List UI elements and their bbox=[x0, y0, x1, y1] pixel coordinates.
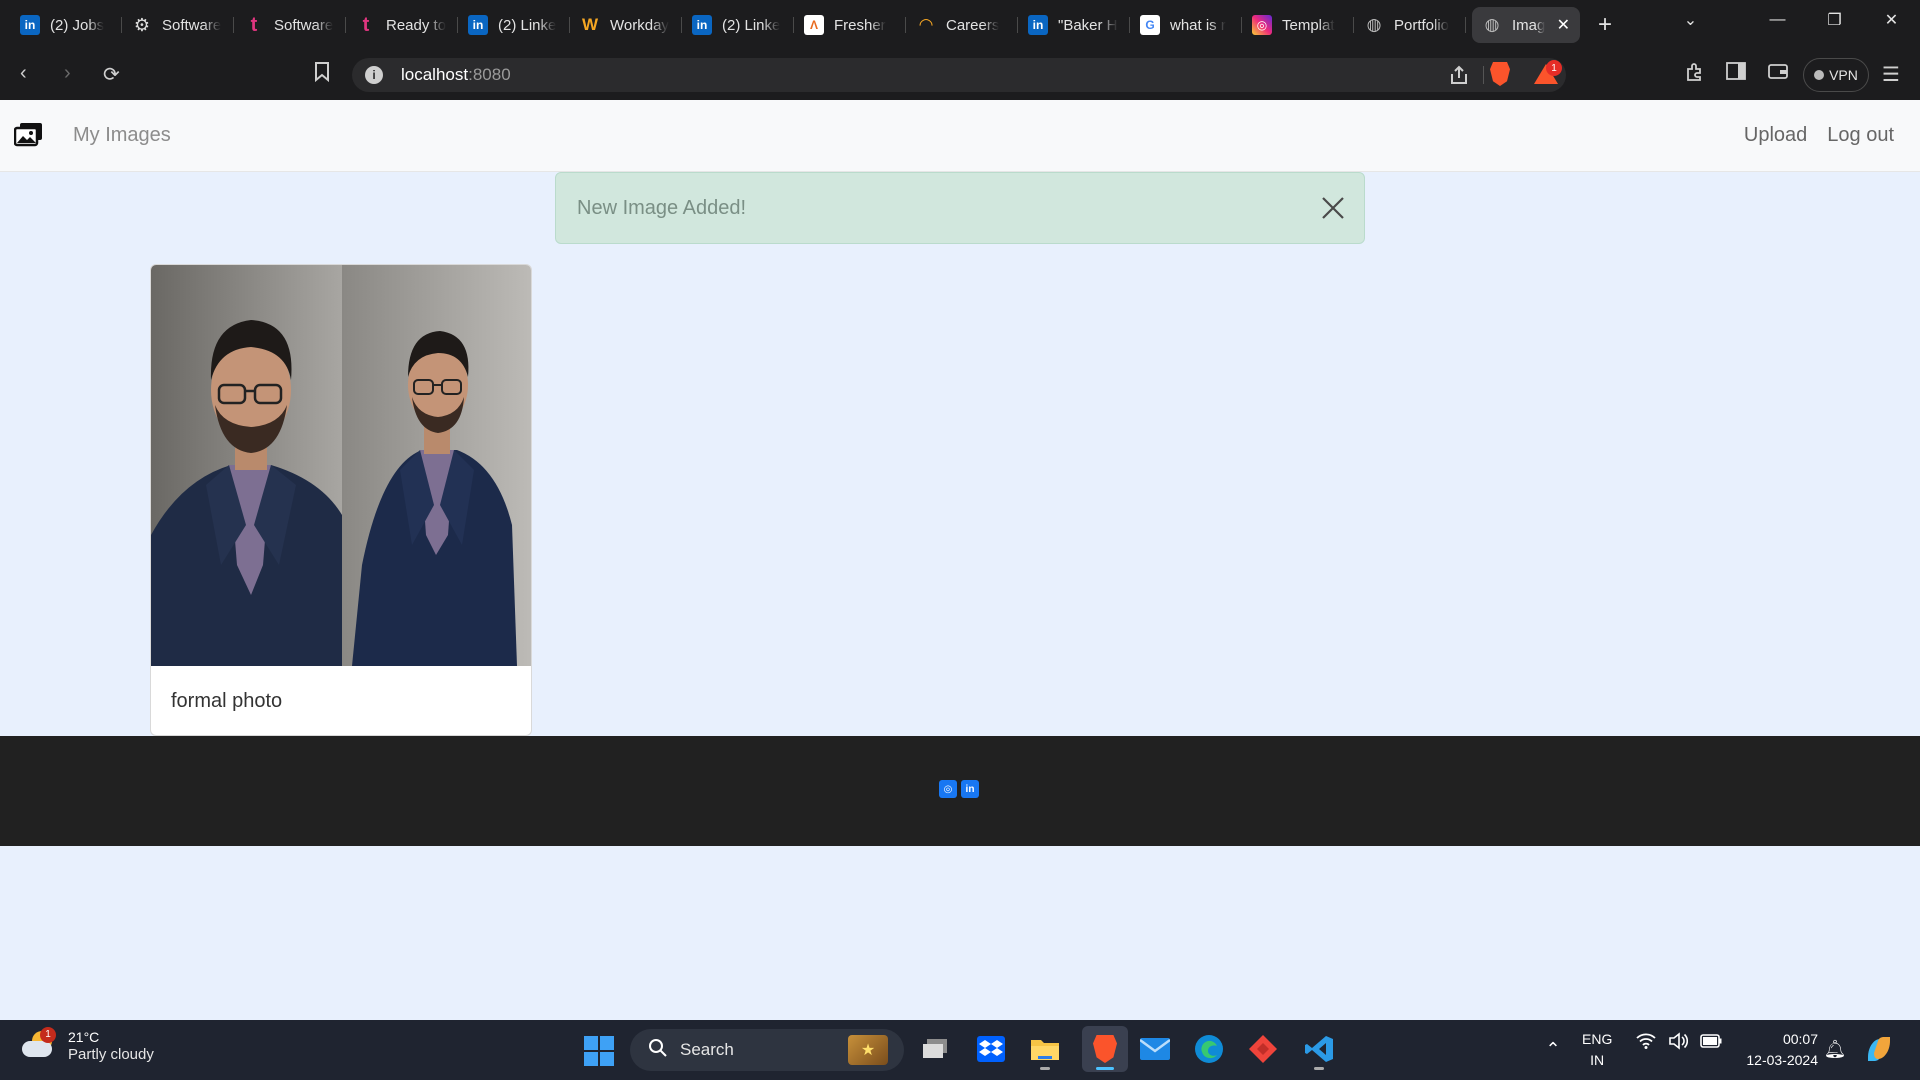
linkedin-icon: in bbox=[468, 15, 488, 35]
browser-tab[interactable]: t Software bbox=[234, 7, 346, 43]
portrait-photo-right bbox=[342, 265, 531, 666]
browser-tab[interactable]: ◍ Portfolio bbox=[1354, 7, 1466, 43]
task-view-icon[interactable] bbox=[918, 1032, 952, 1066]
browser-toolbar: ‹ › ⟳ i localhost:8080 VPN ☰ bbox=[0, 50, 1920, 100]
google-icon: G bbox=[1140, 15, 1160, 35]
battery-icon bbox=[1700, 1034, 1722, 1053]
brave-browser-icon[interactable] bbox=[1082, 1026, 1128, 1072]
tab-list-chevron-icon[interactable]: ⌄ bbox=[1662, 10, 1719, 30]
windows-taskbar: 1 21°C Partly cloudy Search ★ ⌃ ENG IN 0… bbox=[0, 1020, 1920, 1080]
card-photo[interactable] bbox=[151, 265, 531, 666]
notifications-icon[interactable]: 🔔︎ bbox=[1818, 1032, 1852, 1066]
instagram-icon: ◎ bbox=[1252, 15, 1272, 35]
images-icon[interactable] bbox=[13, 122, 44, 153]
workday-icon: W bbox=[581, 15, 599, 34]
close-icon[interactable] bbox=[1320, 195, 1346, 226]
social-links: ◎ in bbox=[939, 780, 979, 798]
card-caption: formal photo bbox=[171, 690, 283, 712]
image-card[interactable]: formal photo bbox=[150, 264, 532, 736]
system-tray[interactable] bbox=[1636, 1032, 1722, 1055]
address-bar[interactable]: i localhost:8080 bbox=[352, 58, 1566, 92]
browser-tab-active[interactable]: ◍ Imag ✕ bbox=[1472, 7, 1580, 43]
window-controls: ⌄ — ❐ ✕ bbox=[1662, 0, 1920, 40]
globe-icon: ◍ bbox=[1484, 15, 1500, 34]
wallet-icon[interactable] bbox=[1768, 62, 1788, 86]
sidebar-icon[interactable] bbox=[1726, 62, 1746, 86]
browser-tab[interactable]: in "Baker H bbox=[1018, 7, 1130, 43]
address-divider bbox=[1483, 66, 1484, 84]
rewards-badge: 1 bbox=[1546, 60, 1562, 76]
site-info-icon[interactable]: i bbox=[365, 66, 383, 84]
new-tab-icon[interactable]: + bbox=[1598, 11, 1612, 39]
windows-start-icon[interactable] bbox=[584, 1036, 614, 1066]
page-footer: ◎ in bbox=[0, 736, 1920, 846]
chevron-up-icon[interactable]: ⌃ bbox=[1536, 1032, 1570, 1066]
browser-tab[interactable]: ⚙ Software bbox=[122, 7, 234, 43]
reload-icon[interactable]: ⟳ bbox=[103, 62, 120, 87]
close-window-icon[interactable]: ✕ bbox=[1863, 10, 1920, 30]
linkedin-icon: in bbox=[692, 15, 712, 35]
close-tab-icon[interactable]: ✕ bbox=[1557, 15, 1570, 35]
share-icon[interactable] bbox=[1448, 64, 1470, 91]
browser-tab[interactable]: in (2) Jobs bbox=[10, 7, 122, 43]
fresher-icon: Λ bbox=[804, 15, 824, 35]
wifi-icon bbox=[1636, 1033, 1656, 1054]
anydesk-icon[interactable] bbox=[1246, 1032, 1280, 1066]
extensions-icon[interactable] bbox=[1685, 62, 1705, 88]
browser-tab[interactable]: in (2) Linke bbox=[682, 7, 794, 43]
gear-icon: ⚙ bbox=[133, 14, 151, 35]
portrait-photo-left bbox=[151, 265, 342, 666]
browser-tab[interactable]: W Workday bbox=[570, 7, 682, 43]
weather-temperature: 21°C bbox=[68, 1029, 100, 1045]
browser-tab[interactable]: ◎ Templat bbox=[1242, 7, 1354, 43]
system-clock[interactable]: 00:07 12-03-2024 bbox=[1746, 1029, 1818, 1071]
file-explorer-icon[interactable] bbox=[1028, 1032, 1062, 1070]
browser-tab[interactable]: t Ready to bbox=[346, 7, 458, 43]
linkedin-icon: in bbox=[1028, 15, 1048, 35]
success-alert: New Image Added! bbox=[555, 172, 1365, 244]
search-highlight-icon: ★ bbox=[848, 1035, 888, 1065]
vpn-status-icon bbox=[1814, 70, 1825, 80]
copilot-icon[interactable] bbox=[1862, 1032, 1896, 1066]
app-navbar: My Images Upload Log out bbox=[0, 100, 1920, 172]
taskbar-search[interactable]: Search ★ bbox=[630, 1029, 904, 1071]
dropbox-icon[interactable] bbox=[974, 1032, 1008, 1066]
volume-icon bbox=[1668, 1032, 1689, 1055]
search-icon bbox=[648, 1038, 668, 1063]
vpn-button[interactable]: VPN bbox=[1803, 58, 1869, 92]
partly-cloudy-icon: 1 bbox=[22, 1026, 58, 1061]
weather-widget[interactable]: 1 21°C Partly cloudy bbox=[22, 1026, 154, 1063]
browser-tab[interactable]: in (2) Linke bbox=[458, 7, 570, 43]
mail-icon[interactable] bbox=[1138, 1032, 1172, 1066]
tech-t-icon: t bbox=[362, 13, 370, 36]
brand-link[interactable]: My Images bbox=[73, 124, 171, 147]
weather-condition: Partly cloudy bbox=[68, 1046, 154, 1063]
instagram-icon[interactable]: ◎ bbox=[939, 780, 957, 798]
linkedin-icon: in bbox=[20, 15, 40, 35]
linkedin-icon[interactable]: in bbox=[961, 780, 979, 798]
minimize-icon[interactable]: — bbox=[1749, 11, 1806, 29]
alert-message: New Image Added! bbox=[577, 196, 746, 219]
edge-icon[interactable] bbox=[1192, 1032, 1226, 1066]
upload-link[interactable]: Upload bbox=[1744, 124, 1807, 147]
menu-icon[interactable]: ☰ bbox=[1882, 62, 1900, 87]
browser-tab[interactable]: ◠ Careers bbox=[906, 7, 1018, 43]
language-indicator[interactable]: ENG IN bbox=[1582, 1029, 1612, 1071]
careers-icon: ◠ bbox=[919, 15, 933, 34]
browser-tab-strip: in (2) Jobs ⚙ Software t Software t Ready to… bbox=[0, 0, 1920, 50]
logout-link[interactable]: Log out bbox=[1827, 124, 1894, 147]
vscode-icon[interactable] bbox=[1302, 1032, 1336, 1070]
back-icon[interactable]: ‹ bbox=[20, 62, 27, 85]
restore-icon[interactable]: ❐ bbox=[1806, 10, 1863, 30]
tech-t-icon: t bbox=[250, 13, 258, 36]
weather-badge: 1 bbox=[40, 1026, 56, 1043]
forward-icon[interactable]: › bbox=[64, 62, 71, 85]
bookmark-icon[interactable] bbox=[314, 62, 330, 88]
address-url[interactable]: localhost:8080 bbox=[401, 65, 511, 85]
nav-right-links: Upload Log out bbox=[1744, 124, 1894, 147]
globe-icon: ◍ bbox=[1366, 15, 1382, 34]
browser-tab[interactable]: Gwhat is r bbox=[1130, 7, 1242, 43]
browser-tab[interactable]: Λ Fresher bbox=[794, 7, 906, 43]
